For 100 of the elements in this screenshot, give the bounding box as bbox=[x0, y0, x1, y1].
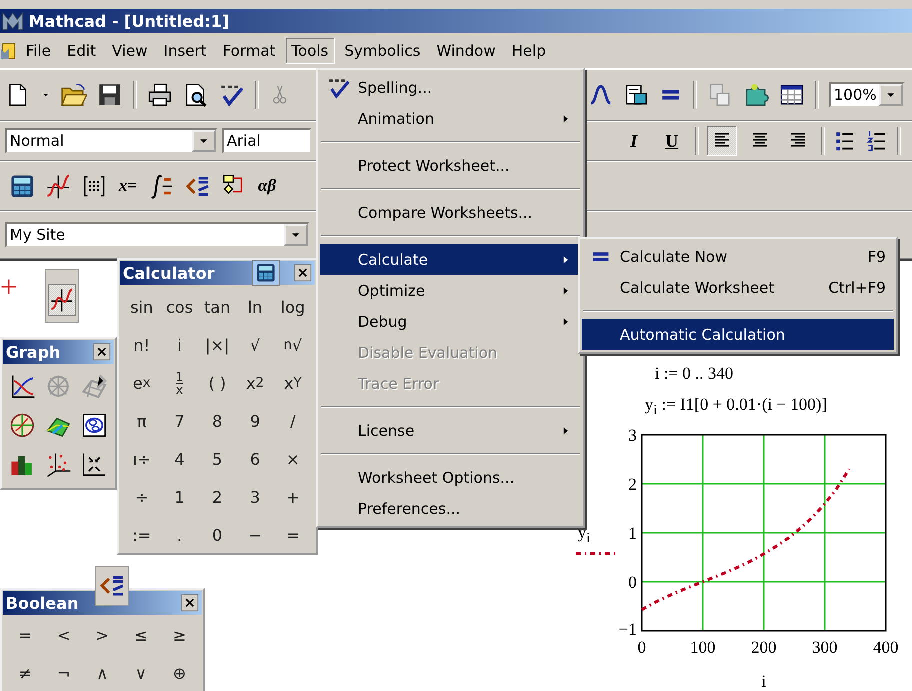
menu-item[interactable]: Calculate bbox=[320, 244, 581, 275]
menu-item[interactable]: File bbox=[20, 38, 58, 64]
calculator-key[interactable]: 6 bbox=[236, 440, 274, 478]
function-curve-icon[interactable] bbox=[589, 83, 613, 107]
menu-item[interactable]: Tools bbox=[286, 38, 335, 64]
operator-key[interactable]: ¬ bbox=[44, 654, 84, 691]
menu-item[interactable]: Debug bbox=[320, 306, 581, 337]
legend-line bbox=[576, 552, 616, 556]
calculator-key[interactable]: ln bbox=[236, 288, 274, 326]
polar-plot-icon[interactable] bbox=[8, 412, 36, 439]
zoom-dropdown[interactable]: 100% bbox=[829, 82, 905, 108]
palette-title: Boolean bbox=[6, 594, 80, 612]
axis-label: i bbox=[762, 672, 766, 691]
calculator-key[interactable]: 1 x bbox=[160, 364, 199, 402]
palette-title: Graph bbox=[6, 342, 62, 362]
operator-key[interactable]: ⊕ bbox=[160, 654, 199, 691]
italic-button[interactable]: I bbox=[619, 126, 649, 156]
contour-plot-icon[interactable] bbox=[81, 412, 108, 439]
calculator-button[interactable] bbox=[252, 260, 280, 286]
menu-item[interactable]: Window bbox=[430, 38, 502, 64]
graph-icon[interactable] bbox=[45, 172, 72, 200]
menu-item[interactable]: License bbox=[320, 415, 581, 446]
graph-button[interactable] bbox=[45, 269, 79, 323]
operator-key[interactable]: ∧ bbox=[83, 654, 122, 691]
calculator-key[interactable]: tan bbox=[198, 288, 236, 326]
calculator-key[interactable]: ı÷ bbox=[123, 440, 161, 478]
menu-item[interactable]: View bbox=[106, 38, 154, 64]
calculator-key[interactable]: |×| bbox=[198, 326, 236, 364]
calculator-key[interactable]: 3 bbox=[236, 478, 274, 516]
operator-key[interactable]: = bbox=[6, 616, 45, 654]
menu-item[interactable]: Calculate Worksheet Ctrl+F9 bbox=[582, 272, 894, 303]
axis-label: y$_{i}$ bbox=[578, 523, 590, 548]
calculator-key[interactable]: ÷ bbox=[123, 478, 161, 516]
align-left-button[interactable] bbox=[707, 126, 737, 156]
tick-label: 3 bbox=[628, 426, 637, 445]
calculator-key[interactable]: n! bbox=[123, 326, 161, 364]
calculator-key[interactable]: 4 bbox=[160, 440, 199, 478]
calculator-key[interactable]: := bbox=[123, 516, 161, 553]
calculator-key[interactable]: π bbox=[123, 402, 161, 440]
tick-label: 0 bbox=[628, 573, 637, 592]
close-icon[interactable] bbox=[181, 594, 199, 612]
operator-key[interactable]: ≠ bbox=[6, 654, 45, 691]
calculator-icon[interactable] bbox=[9, 172, 36, 200]
menu-item[interactable]: Preferences... bbox=[320, 493, 581, 524]
calculator-key[interactable]: + bbox=[274, 478, 312, 516]
calculator-key[interactable]: = bbox=[274, 516, 312, 553]
underline-button[interactable]: U bbox=[657, 126, 687, 156]
resource-dropdown[interactable]: My Site bbox=[5, 222, 310, 248]
menu-item[interactable]: Optimize bbox=[320, 275, 581, 306]
calculator-key[interactable]: √ bbox=[236, 326, 274, 364]
font-dropdown[interactable]: Arial bbox=[222, 128, 312, 154]
style-dropdown[interactable]: Normal bbox=[5, 128, 218, 154]
menu-item[interactable]: Calculate Now F9 bbox=[582, 241, 894, 272]
tick-label: 300 bbox=[812, 638, 838, 657]
menu-item[interactable]: Help bbox=[506, 38, 552, 64]
save-icon[interactable] bbox=[97, 82, 123, 108]
menu-item[interactable]: Protect Worksheet... bbox=[320, 150, 581, 181]
operator-key[interactable]: ∨ bbox=[122, 654, 160, 691]
calculator-key[interactable]: × bbox=[274, 440, 312, 478]
calculator-key[interactable]: ( ) bbox=[198, 364, 236, 402]
menu-item[interactable]: Worksheet Options... bbox=[320, 462, 581, 493]
operator-key[interactable]: ≤ bbox=[122, 616, 160, 654]
toolbar-button[interactable]: x= bbox=[117, 176, 140, 196]
close-icon[interactable] bbox=[93, 343, 111, 361]
menu-item[interactable]: Animation bbox=[320, 103, 581, 134]
menu-item[interactable]: Symbolics bbox=[338, 38, 427, 64]
calculator-key[interactable]: 0 bbox=[198, 516, 236, 553]
tick-label: 400 bbox=[873, 638, 898, 657]
calculator-key[interactable]: 5 bbox=[198, 440, 236, 478]
close-icon[interactable] bbox=[294, 264, 312, 282]
menu-item[interactable]: Automatic Calculation bbox=[582, 319, 894, 350]
menu-item[interactable]: Edit bbox=[61, 38, 102, 64]
menu-item[interactable]: Spelling... bbox=[320, 72, 581, 103]
calculator-key[interactable]: log bbox=[274, 288, 312, 326]
printer-icon[interactable] bbox=[147, 82, 173, 108]
menu-item[interactable]: Insert bbox=[158, 38, 213, 64]
calculator-key[interactable]: 8 bbox=[198, 402, 236, 440]
calculator-key[interactable]: i bbox=[160, 326, 199, 364]
tick-label: 100 bbox=[690, 638, 716, 657]
calculator-key[interactable]: 1 bbox=[160, 478, 199, 516]
calculator-key[interactable]: / bbox=[274, 402, 312, 440]
tick-label: 0 bbox=[638, 638, 646, 657]
operator-key[interactable]: > bbox=[83, 616, 122, 654]
menu-item[interactable]: Compare Worksheets... bbox=[320, 197, 581, 228]
operator-key[interactable]: ≥ bbox=[160, 616, 199, 654]
toolbar-button[interactable]: αβ bbox=[256, 176, 278, 196]
calculator-key[interactable]: − bbox=[236, 516, 274, 553]
calculator-key[interactable]: 9 bbox=[236, 402, 274, 440]
calculator-key[interactable]: . bbox=[160, 516, 199, 553]
calculator-key[interactable]: cos bbox=[160, 288, 199, 326]
palette-title: Calculator bbox=[123, 264, 216, 282]
folder-icon[interactable] bbox=[61, 82, 87, 108]
scatter-plot-icon[interactable] bbox=[44, 451, 72, 478]
vector-field-icon[interactable] bbox=[81, 451, 108, 478]
menu-item[interactable]: Format bbox=[216, 38, 282, 64]
calculator-key[interactable]: sin bbox=[123, 288, 161, 326]
surface-grid-icon[interactable] bbox=[81, 373, 108, 400]
calculator-key[interactable]: 2 bbox=[198, 478, 236, 516]
calculator-key[interactable]: 7 bbox=[160, 402, 199, 440]
operator-key[interactable]: < bbox=[44, 616, 84, 654]
